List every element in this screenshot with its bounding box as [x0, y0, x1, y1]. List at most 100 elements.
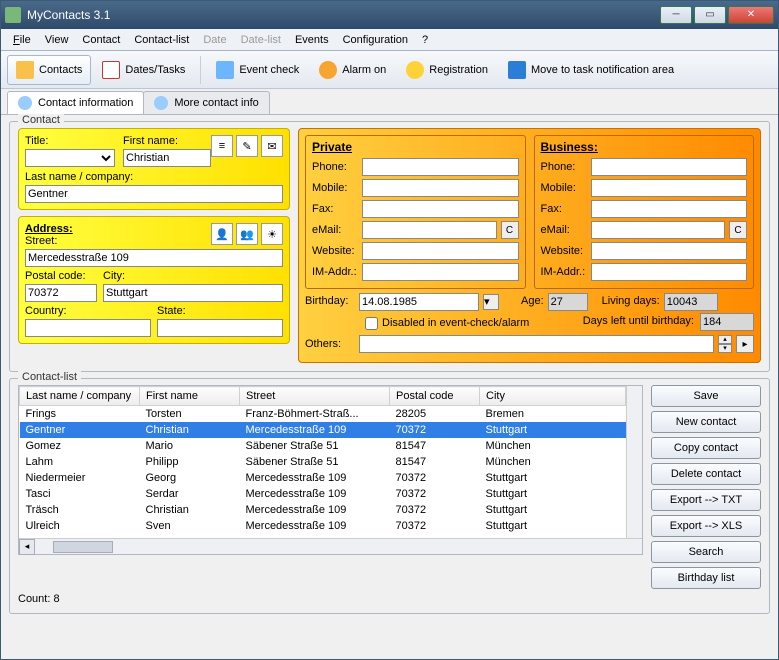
- vertical-scrollbar[interactable]: [626, 386, 642, 538]
- postal-input[interactable]: [25, 284, 97, 302]
- last-name-label: Last name / company:: [25, 171, 283, 183]
- tab-contact-info[interactable]: Contact information: [7, 91, 144, 114]
- first-name-input[interactable]: [123, 149, 211, 167]
- menu-contact[interactable]: Contact: [76, 32, 126, 48]
- age-label: Age:: [521, 295, 544, 307]
- private-business-panel: Private Phone: Mobile: Fax: eMail:C Webs…: [298, 128, 761, 363]
- menu-file[interactable]: File: [7, 32, 37, 48]
- person-icon[interactable]: 👤: [211, 223, 233, 245]
- menu-view[interactable]: View: [39, 32, 75, 48]
- notes-icon[interactable]: ≡: [211, 135, 233, 157]
- business-group: Business: Phone: Mobile: Fax: eMail:C We…: [534, 135, 755, 289]
- export-xls-button[interactable]: Export --> XLS: [651, 515, 761, 537]
- birthday-list-button[interactable]: Birthday list: [651, 567, 761, 589]
- menu-events[interactable]: Events: [289, 32, 335, 48]
- days-left-label: Days left until birthday:: [583, 315, 694, 327]
- table-row[interactable]: NiedermeierGeorgMercedesstraße 10970372S…: [20, 470, 626, 486]
- table-row[interactable]: GentnerChristianMercedesstraße 10970372S…: [20, 422, 626, 438]
- contact-list-fieldset: Contact-list Last name / company First n…: [9, 378, 770, 614]
- business-mobile-input[interactable]: [591, 179, 748, 197]
- table-row[interactable]: TasciSerdarMercedesstraße 10970372Stuttg…: [20, 486, 626, 502]
- title-label: Title:: [25, 135, 115, 147]
- toolbar-dates[interactable]: Dates/Tasks: [93, 55, 194, 85]
- sun-icon[interactable]: ☀: [261, 223, 283, 245]
- maximize-button[interactable]: ▭: [694, 6, 726, 24]
- count-label: Count: 8: [18, 593, 761, 605]
- toolbar-contacts[interactable]: Contacts: [7, 55, 91, 85]
- business-email-clear[interactable]: C: [729, 221, 747, 239]
- business-fax-input[interactable]: [591, 200, 748, 218]
- living-days-label: Living days:: [602, 295, 660, 307]
- close-button[interactable]: ✕: [728, 6, 774, 24]
- business-phone-input[interactable]: [591, 158, 748, 176]
- menu-date-list: Date-list: [235, 32, 287, 48]
- business-email-input[interactable]: [591, 221, 726, 239]
- people-icon[interactable]: 👥: [236, 223, 258, 245]
- delete-contact-button[interactable]: Delete contact: [651, 463, 761, 485]
- card-icon[interactable]: ✎: [236, 135, 258, 157]
- city-label: City:: [103, 270, 283, 282]
- country-label: Country:: [25, 305, 151, 317]
- col-street[interactable]: Street: [240, 387, 390, 406]
- age-value: 27: [548, 293, 588, 311]
- search-button[interactable]: Search: [651, 541, 761, 563]
- menu-help[interactable]: ?: [416, 32, 434, 48]
- toolbar-event-check[interactable]: Event check: [207, 55, 308, 85]
- toolbar-move-task[interactable]: Move to task notification area: [499, 55, 683, 85]
- others-spinner[interactable]: ▴▾: [718, 335, 732, 353]
- table-row[interactable]: FringsTorstenFranz-Böhmert-Straß...28205…: [20, 406, 626, 423]
- datepicker-icon[interactable]: ▾: [483, 294, 499, 310]
- table-row[interactable]: UlreichSvenMercedesstraße 10970372Stuttg…: [20, 518, 626, 534]
- menu-configuration[interactable]: Configuration: [337, 32, 414, 48]
- country-input[interactable]: [25, 319, 151, 337]
- copy-contact-button[interactable]: Copy contact: [651, 437, 761, 459]
- private-fax-input[interactable]: [362, 200, 519, 218]
- col-last[interactable]: Last name / company: [20, 387, 140, 406]
- minimize-button[interactable]: ─: [660, 6, 692, 24]
- toolbar-alarm[interactable]: Alarm on: [310, 55, 395, 85]
- state-input[interactable]: [157, 319, 283, 337]
- business-im-input[interactable]: [591, 263, 748, 281]
- horizontal-scrollbar[interactable]: ◂: [19, 538, 642, 554]
- toolbar-registration[interactable]: Registration: [397, 55, 497, 85]
- col-postal[interactable]: Postal code: [390, 387, 480, 406]
- save-button[interactable]: Save: [651, 385, 761, 407]
- menu-date: Date: [197, 32, 232, 48]
- contact-table: Last name / company First name Street Po…: [18, 385, 643, 555]
- title-select[interactable]: [25, 149, 115, 167]
- business-legend: Business:: [541, 140, 748, 154]
- menu-contact-list[interactable]: Contact-list: [128, 32, 195, 48]
- private-im-input[interactable]: [362, 263, 519, 281]
- private-mobile-input[interactable]: [362, 179, 519, 197]
- private-website-input[interactable]: [362, 242, 519, 260]
- table-row[interactable]: LahmPhilippSäbener Straße 5181547München: [20, 454, 626, 470]
- app-icon: [5, 7, 21, 23]
- table-row[interactable]: TräschChristianMercedesstraße 10970372St…: [20, 502, 626, 518]
- city-input[interactable]: [103, 284, 283, 302]
- disabled-checkbox[interactable]: [365, 317, 378, 330]
- last-name-input[interactable]: [25, 185, 283, 203]
- private-phone-input[interactable]: [362, 158, 519, 176]
- birthday-input[interactable]: [359, 293, 479, 311]
- contact-fieldset: Contact ≡ ✎ ✉ Title:: [9, 121, 770, 372]
- state-label: State:: [157, 305, 283, 317]
- tab-more-info[interactable]: More contact info: [143, 91, 269, 114]
- others-label: Others:: [305, 338, 355, 350]
- days-left-value: 184: [700, 313, 754, 331]
- mail-icon[interactable]: ✉: [261, 135, 283, 157]
- titlebar: MyContacts 3.1 ─ ▭ ✕: [1, 1, 778, 29]
- private-email-input[interactable]: [362, 221, 497, 239]
- private-legend: Private: [312, 140, 519, 154]
- others-next[interactable]: ▸: [736, 335, 754, 353]
- others-input[interactable]: [359, 335, 714, 353]
- private-email-clear[interactable]: C: [501, 221, 519, 239]
- street-input[interactable]: [25, 249, 283, 267]
- export-txt-button[interactable]: Export --> TXT: [651, 489, 761, 511]
- business-website-input[interactable]: [591, 242, 748, 260]
- col-first[interactable]: First name: [140, 387, 240, 406]
- table-row[interactable]: GomezMarioSäbener Straße 5181547München: [20, 438, 626, 454]
- col-city[interactable]: City: [480, 387, 626, 406]
- contact-list-legend: Contact-list: [18, 371, 81, 383]
- new-contact-button[interactable]: New contact: [651, 411, 761, 433]
- first-name-label: First name:: [123, 135, 211, 147]
